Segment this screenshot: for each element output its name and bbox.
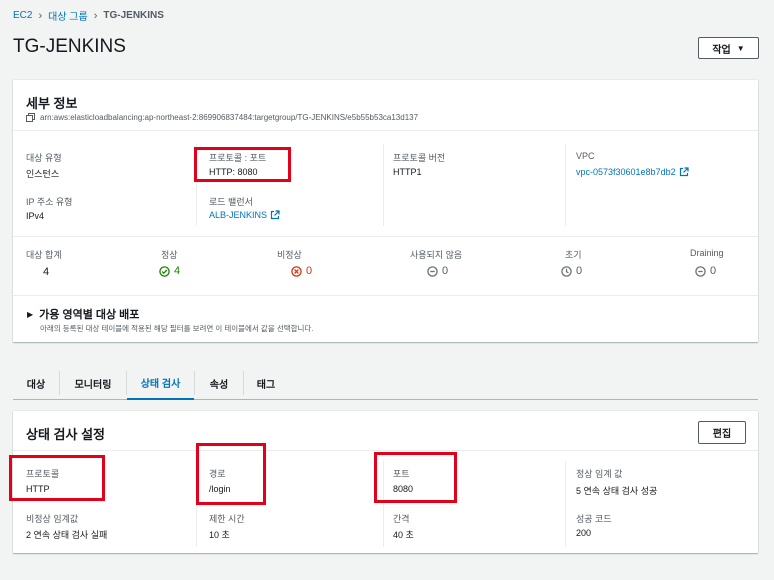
vpc-label: VPC [576,151,595,161]
stat-unhealthy-value: 0 [306,265,313,277]
protocol-version-value: HTTP1 [393,167,422,177]
vpc-link[interactable]: vpc-0573f30601e8b7db2 [576,167,689,177]
caret-right-icon: ▶ [27,309,34,319]
caret-down-icon: ▼ [736,43,745,53]
hc-healthy-threshold-value: 5 연속 상태 검사 성공 [576,486,658,496]
load-balancer-link[interactable]: ALB-JENKINS [209,210,280,220]
divider [13,236,758,237]
check-circle-icon [159,265,170,277]
hc-unhealthy-threshold-label: 비정상 임계값 [26,514,79,524]
actions-dropdown-button[interactable]: 작업 ▼ [698,37,759,59]
stat-healthy-value: 4 [174,265,181,277]
divider [383,144,384,226]
external-link-icon [679,167,689,177]
divider [13,295,758,296]
tab-attributes[interactable]: 속성 [195,367,243,400]
tab-monitoring[interactable]: 모니터링 [60,367,126,400]
breadcrumb-target-groups-link[interactable]: 대상 그룹 [48,8,88,23]
hc-timeout-label: 제한 시간 [209,514,245,524]
hc-timeout-value: 10 초 [209,530,230,540]
highlight-box [194,147,291,182]
hc-interval-value: 40 초 [393,530,414,540]
details-card: 세부 정보 arn:aws:elasticloadbalancing:ap-no… [13,80,758,342]
stat-initial[interactable]: 0 [561,265,582,277]
load-balancer-label: 로드 밸런서 [209,197,253,207]
external-link-icon [270,210,280,220]
stat-draining-value: 0 [710,265,717,277]
stat-draining-label: Draining [690,248,724,258]
stat-unused-label: 사용되지 않음 [410,250,463,260]
hc-unhealthy-threshold-value: 2 연속 상태 검사 실패 [26,530,108,540]
minus-circle-icon [695,265,706,277]
health-check-heading: 상태 검사 설정 [26,427,105,442]
tab-targets[interactable]: 대상 [13,367,59,400]
target-type-value: 인스턴스 [26,169,60,179]
breadcrumb-ec2-link[interactable]: EC2 [13,10,32,21]
hc-success-codes-value: 200 [576,528,592,538]
edit-button[interactable]: 편집 [698,421,746,444]
page-title: TG-JENKINS [13,36,126,57]
stat-healthy[interactable]: 4 [159,265,180,277]
copy-icon[interactable] [26,113,35,122]
minus-circle-icon [427,265,438,277]
clock-icon [561,265,572,277]
hc-success-codes-label: 성공 코드 [576,514,612,524]
tab-health-checks[interactable]: 상태 검사 [127,367,194,400]
details-card-header: 세부 정보 arn:aws:elasticloadbalancing:ap-no… [13,80,758,131]
stat-draining[interactable]: 0 [695,265,716,277]
az-distribution-expander[interactable]: ▶ 가용 영역별 대상 배포 [27,306,139,322]
stat-healthy-label: 정상 [161,250,178,260]
tab-bar: 대상 모니터링 상태 검사 속성 태그 [13,367,758,400]
vpc-link-text[interactable]: vpc-0573f30601e8b7db2 [576,167,676,177]
details-heading: 세부 정보 [26,96,78,111]
stat-unused-value: 0 [442,265,449,277]
ip-type-label: IP 주소 유형 [26,197,73,207]
x-circle-icon [291,265,302,277]
hc-healthy-threshold-label: 정상 임계 값 [576,469,623,479]
actions-button-label: 작업 [712,44,731,56]
highlight-box [9,455,105,501]
tab-tags[interactable]: 태그 [244,367,288,400]
ip-type-value: IPv4 [26,211,45,221]
divider [565,461,566,547]
stat-total-value: 4 [43,266,50,278]
protocol-version-label: 프로토콜 버전 [393,153,446,163]
highlight-box [374,452,457,503]
stat-unused[interactable]: 0 [427,265,448,277]
stat-unhealthy[interactable]: 0 [291,265,312,277]
az-distribution-title: 가용 영역별 대상 배포 [39,309,140,321]
hc-interval-label: 간격 [393,514,410,524]
arn-text: arn:aws:elasticloadbalancing:ap-northeas… [40,113,419,122]
az-distribution-description: 아래의 등록된 대상 테이블에 적용된 해당 필터를 보려면 이 테이블에서 값… [40,324,314,333]
breadcrumb: EC2 › 대상 그룹 › TG-JENKINS [13,8,164,24]
chevron-right-icon: › [93,9,98,22]
stat-initial-value: 0 [576,265,583,277]
highlight-box [196,443,266,505]
chevron-right-icon: › [38,9,43,22]
stat-total-label: 대상 합계 [26,250,62,260]
divider [565,144,566,226]
target-type-label: 대상 유형 [26,153,62,163]
arn-row: arn:aws:elasticloadbalancing:ap-northeas… [26,113,418,122]
health-check-header: 상태 검사 설정 편집 [13,411,758,451]
breadcrumb-current: TG-JENKINS [103,10,164,21]
stat-unhealthy-label: 비정상 [277,250,302,260]
stat-initial-label: 초기 [565,250,582,260]
load-balancer-link-text[interactable]: ALB-JENKINS [209,210,267,220]
